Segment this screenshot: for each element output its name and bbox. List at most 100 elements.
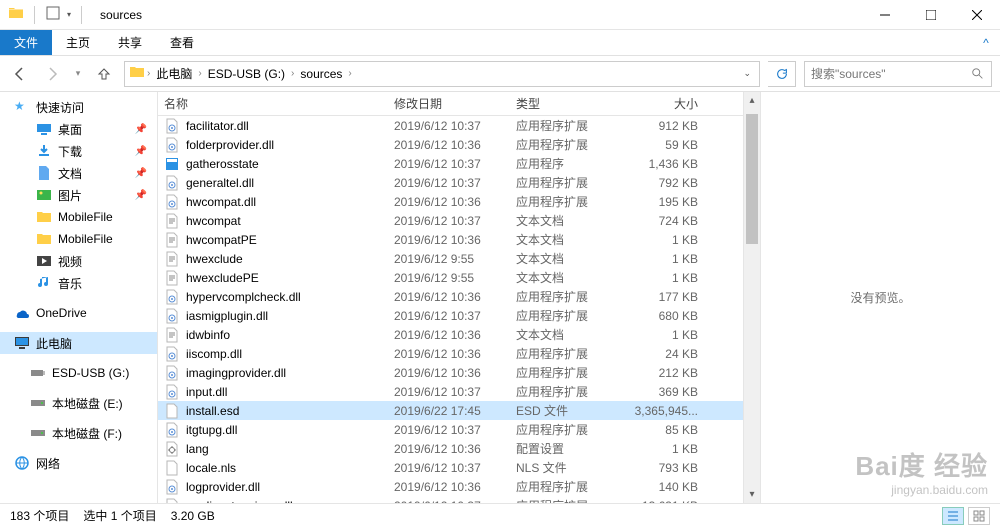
file-row[interactable]: itgtupg.dll2019/6/12 10:37应用程序扩展85 KB [158, 420, 743, 439]
ribbon-help-icon[interactable]: ^ [972, 30, 1000, 55]
scrollbar[interactable]: ▴ ▾ [743, 92, 760, 503]
sidebar-item-videos[interactable]: 视频 [0, 250, 157, 272]
file-row[interactable]: locale.nls2019/6/12 10:37NLS 文件793 KB [158, 458, 743, 477]
file-type: 文本文档 [516, 326, 616, 343]
file-row[interactable]: install.esd2019/6/22 17:45ESD 文件3,365,94… [158, 401, 743, 420]
sidebar-item-mobilefile[interactable]: MobileFile [0, 206, 157, 228]
file-date: 2019/6/12 10:36 [394, 290, 516, 304]
sidebar-item-local-disk-e[interactable]: 本地磁盘 (E:) [0, 392, 157, 414]
file-row[interactable]: hwcompat2019/6/12 10:37文本文档724 KB [158, 211, 743, 230]
sidebar-item-quick-access[interactable]: ★ 快速访问 [0, 96, 157, 118]
file-icon [164, 194, 180, 210]
file-row[interactable]: facilitator.dll2019/6/12 10:37应用程序扩展912 … [158, 116, 743, 135]
maximize-button[interactable] [908, 0, 954, 30]
sidebar-item-label: 网络 [36, 455, 60, 472]
file-icon [164, 175, 180, 191]
sidebar-item-label: MobileFile [58, 210, 113, 224]
column-name[interactable]: 名称 [164, 95, 394, 112]
file-size: 85 KB [616, 423, 712, 437]
network-icon [14, 455, 30, 471]
file-type: 应用程序扩展 [516, 307, 616, 324]
file-name: generaltel.dll [186, 176, 254, 190]
file-row[interactable]: iasmigplugin.dll2019/6/12 10:37应用程序扩展680… [158, 306, 743, 325]
up-button[interactable] [92, 62, 116, 86]
file-row[interactable]: hwcompat.dll2019/6/12 10:36应用程序扩展195 KB [158, 192, 743, 211]
sidebar-item-network[interactable]: 网络 [0, 452, 157, 474]
qat-dropdown-icon[interactable]: ▾ [67, 10, 71, 19]
sidebar-item-label: 音乐 [58, 275, 82, 292]
scroll-up-icon[interactable]: ▴ [744, 92, 760, 109]
status-item-count: 183 个项目 [10, 507, 69, 524]
file-row[interactable]: lang2019/6/12 10:36配置设置1 KB [158, 439, 743, 458]
address-bar[interactable]: › 此电脑› ESD-USB (G:)› sources› ⌄ [124, 61, 760, 87]
sidebar-item-desktop[interactable]: 桌面📌 [0, 118, 157, 140]
refresh-button[interactable] [768, 61, 796, 87]
sidebar-item-local-disk-f[interactable]: 本地磁盘 (F:) [0, 422, 157, 444]
back-button[interactable] [8, 62, 32, 86]
file-row[interactable]: iiscomp.dll2019/6/12 10:36应用程序扩展24 KB [158, 344, 743, 363]
history-dropdown-icon[interactable]: ▾ [72, 68, 84, 79]
file-date: 2019/6/12 10:36 [394, 195, 516, 209]
file-date: 2019/6/12 9:55 [394, 271, 516, 285]
file-row[interactable]: hwcompatPE2019/6/12 10:36文本文档1 KB [158, 230, 743, 249]
file-list: 名称 修改日期 类型 大小 facilitator.dll2019/6/12 1… [158, 92, 743, 503]
view-details-button[interactable] [942, 507, 964, 525]
tab-home[interactable]: 主页 [52, 30, 104, 55]
file-row[interactable]: mediasetupuimgr.dll2019/6/12 10:37应用程序扩展… [158, 496, 743, 503]
file-name: iiscomp.dll [186, 347, 242, 361]
file-type: 文本文档 [516, 231, 616, 248]
scroll-thumb[interactable] [746, 114, 758, 244]
column-size[interactable]: 大小 [616, 95, 712, 112]
file-row[interactable]: logprovider.dll2019/6/12 10:36应用程序扩展140 … [158, 477, 743, 496]
file-row[interactable]: folderprovider.dll2019/6/12 10:36应用程序扩展5… [158, 135, 743, 154]
file-icon [164, 289, 180, 305]
file-row[interactable]: imagingprovider.dll2019/6/12 10:36应用程序扩展… [158, 363, 743, 382]
file-row[interactable]: gatherosstate2019/6/12 10:37应用程序1,436 KB [158, 154, 743, 173]
file-type: 应用程序扩展 [516, 345, 616, 362]
file-size: 724 KB [616, 214, 712, 228]
scroll-down-icon[interactable]: ▾ [744, 486, 760, 503]
file-row[interactable]: hypervcomplcheck.dll2019/6/12 10:36应用程序扩… [158, 287, 743, 306]
sidebar-item-mobilefile[interactable]: MobileFile [0, 228, 157, 250]
checkbox-icon[interactable] [45, 5, 61, 24]
preview-empty-text: 没有预览。 [850, 289, 910, 306]
sidebar-item-esd-usb[interactable]: ESD-USB (G:) [0, 362, 157, 384]
file-row[interactable]: idwbinfo2019/6/12 10:36文本文档1 KB [158, 325, 743, 344]
view-thumbnails-button[interactable] [968, 507, 990, 525]
column-headers: 名称 修改日期 类型 大小 [158, 92, 743, 116]
file-icon [164, 156, 180, 172]
column-type[interactable]: 类型 [516, 95, 616, 112]
sidebar-item-music[interactable]: 音乐 [0, 272, 157, 294]
music-icon [36, 275, 52, 291]
file-row[interactable]: hwexcludePE2019/6/12 9:55文本文档1 KB [158, 268, 743, 287]
file-icon [164, 308, 180, 324]
file-type: 应用程序 [516, 155, 616, 172]
breadcrumb[interactable]: sources [296, 67, 346, 81]
sidebar-item-downloads[interactable]: 下载📌 [0, 140, 157, 162]
file-row[interactable]: input.dll2019/6/12 10:37应用程序扩展369 KB [158, 382, 743, 401]
sidebar-item-onedrive[interactable]: OneDrive [0, 302, 157, 324]
tab-share[interactable]: 共享 [104, 30, 156, 55]
address-dropdown-icon[interactable]: ⌄ [739, 68, 755, 79]
video-icon [36, 253, 52, 269]
sidebar-item-documents[interactable]: 文档📌 [0, 162, 157, 184]
sidebar-item-pictures[interactable]: 图片📌 [0, 184, 157, 206]
tab-file[interactable]: 文件 [0, 30, 52, 55]
file-row[interactable]: hwexclude2019/6/12 9:55文本文档1 KB [158, 249, 743, 268]
minimize-button[interactable] [862, 0, 908, 30]
sidebar-item-label: OneDrive [36, 306, 87, 320]
file-row[interactable]: generaltel.dll2019/6/12 10:37应用程序扩展792 K… [158, 173, 743, 192]
forward-button[interactable] [40, 62, 64, 86]
status-selected-count: 选中 1 个项目 [83, 507, 156, 524]
column-date[interactable]: 修改日期 [394, 95, 516, 112]
sidebar-item-this-pc[interactable]: 此电脑 [0, 332, 157, 354]
search-input[interactable]: 搜索"sources" [804, 61, 992, 87]
breadcrumb[interactable]: ESD-USB (G:) [204, 67, 289, 81]
file-icon [164, 232, 180, 248]
close-button[interactable] [954, 0, 1000, 30]
preview-pane: 没有预览。 [760, 92, 1000, 503]
navbar: ▾ › 此电脑› ESD-USB (G:)› sources› ⌄ 搜索"sou… [0, 56, 1000, 92]
tab-view[interactable]: 查看 [156, 30, 208, 55]
sidebar-item-label: 文档 [58, 165, 82, 182]
breadcrumb[interactable]: 此电脑 [152, 65, 196, 82]
